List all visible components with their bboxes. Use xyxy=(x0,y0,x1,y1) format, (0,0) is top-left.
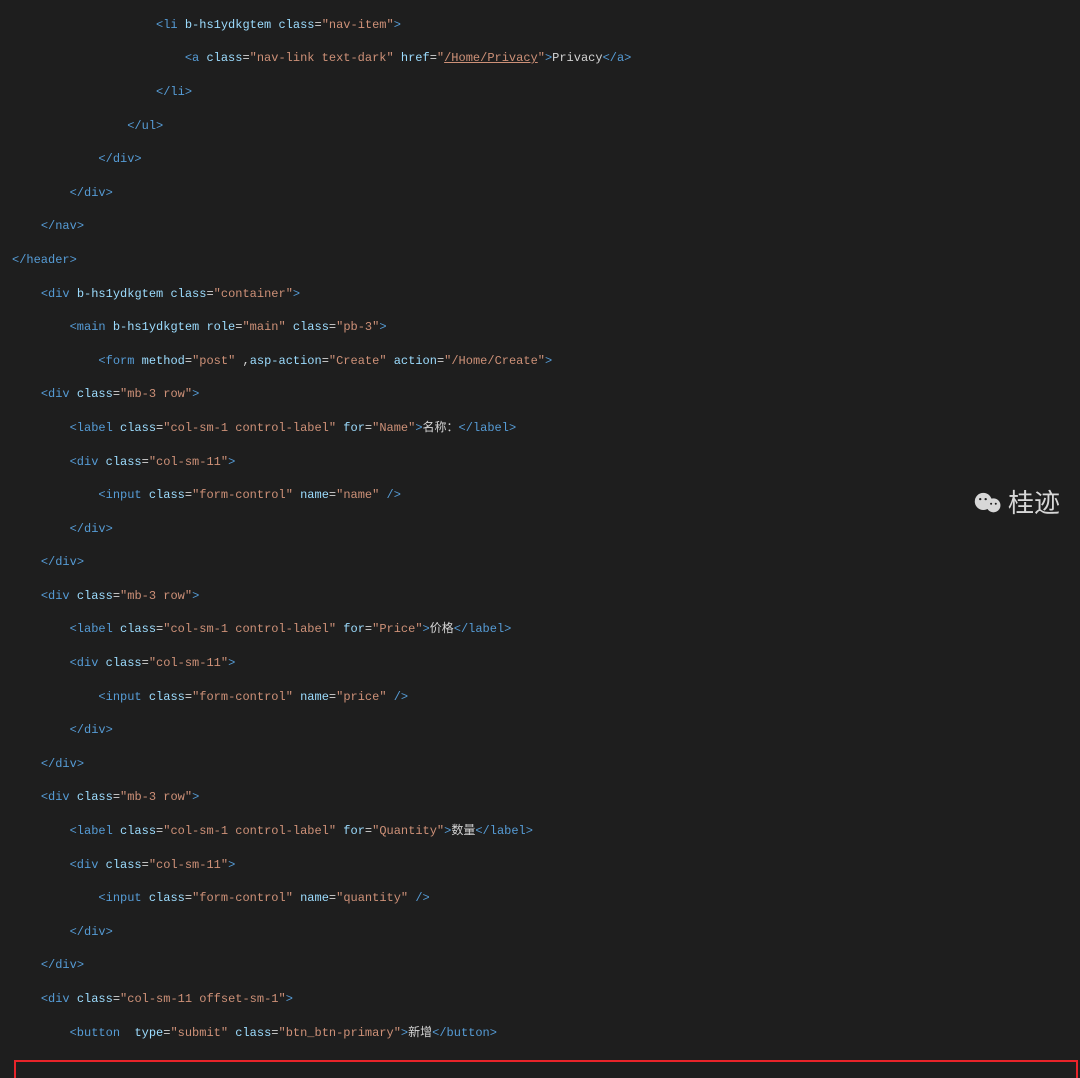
code-line: <label class="col-sm-1 control-label" fo… xyxy=(12,420,1080,437)
code-line: <input class="form-control" name="quanti… xyxy=(12,890,1080,907)
code-line: <a class="nav-link text-dark" href="/Hom… xyxy=(12,50,1080,67)
code-line: </div> xyxy=(12,756,1080,773)
code-editor[interactable]: <li b-hs1ydkgtem class="nav-item"> <a cl… xyxy=(0,0,1080,1078)
code-line: </div> xyxy=(12,924,1080,941)
code-line: </header> xyxy=(12,252,1080,269)
code-line: </div> xyxy=(12,957,1080,974)
code-line: <div class="col-sm-11"> xyxy=(12,454,1080,471)
code-line: <label class="col-sm-1 control-label" fo… xyxy=(12,621,1080,638)
code-line: <div class="col-sm-11"> xyxy=(12,655,1080,672)
highlight-region: </div> <input name="__RequestVerificatio… xyxy=(14,1060,1078,1078)
code-line: </nav> xyxy=(12,218,1080,235)
code-line: <input class="form-control" name="name" … xyxy=(12,487,1080,504)
code-line: <input class="form-control" name="price"… xyxy=(12,689,1080,706)
code-line: </li> xyxy=(12,84,1080,101)
code-line: <div class="col-sm-11 offset-sm-1"> xyxy=(12,991,1080,1008)
code-line: <div class="mb-3 row"> xyxy=(12,386,1080,403)
code-line: <div class="mb-3 row"> xyxy=(12,789,1080,806)
code-line: </div> xyxy=(12,151,1080,168)
code-line: </div> xyxy=(12,722,1080,739)
code-line: <div class="col-sm-11"> xyxy=(12,857,1080,874)
code-line: <li b-hs1ydkgtem class="nav-item"> xyxy=(12,17,1080,34)
code-line: </div> xyxy=(12,185,1080,202)
code-line: </div> xyxy=(12,554,1080,571)
code-line: <main b-hs1ydkgtem role="main" class="pb… xyxy=(12,319,1080,336)
code-line: </div> xyxy=(12,521,1080,538)
code-line: <form method="post" ,asp-action="Create"… xyxy=(12,353,1080,370)
code-line: </ul> xyxy=(12,118,1080,135)
code-line: <button type="submit" class="btn_btn-pri… xyxy=(12,1025,1080,1042)
code-line: <div class="mb-3 row"> xyxy=(12,588,1080,605)
watermark-text: 桂迹 xyxy=(1008,485,1060,521)
code-line: <label class="col-sm-1 control-label" fo… xyxy=(12,823,1080,840)
wechat-icon xyxy=(974,492,1002,514)
watermark: 桂迹 xyxy=(974,485,1060,521)
code-line: <div b-hs1ydkgtem class="container"> xyxy=(12,286,1080,303)
